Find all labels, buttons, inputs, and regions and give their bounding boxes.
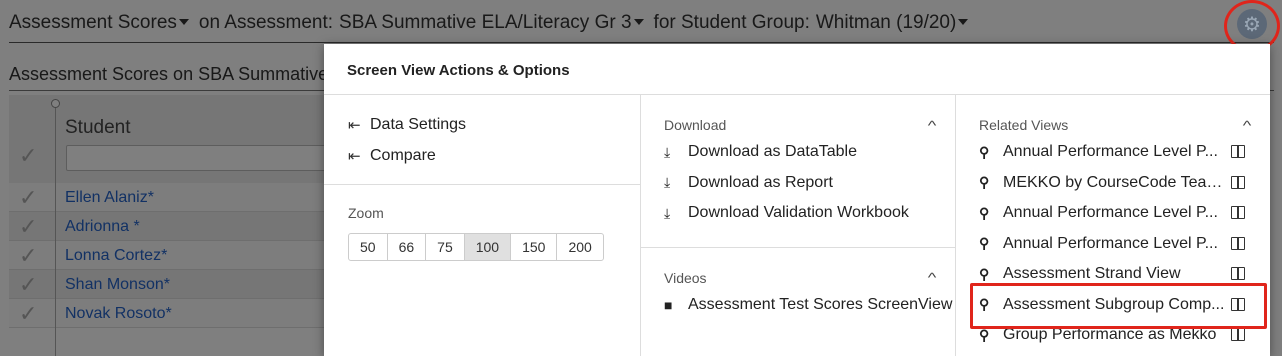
data-settings-link[interactable]: ⇤ Data Settings	[324, 109, 640, 140]
chevron-up-icon[interactable]: ^	[928, 118, 937, 133]
zoom-50-button[interactable]: 50	[348, 233, 388, 261]
related-view-highlight-box	[970, 283, 1267, 329]
download-icon: ⤓	[664, 204, 671, 221]
download-section-header[interactable]: Download ^	[641, 95, 955, 137]
videos-section-header[interactable]: Videos ^	[641, 248, 955, 290]
modal-title: Screen View Actions & Options	[324, 44, 1270, 95]
search-icon: ⚲	[979, 143, 990, 160]
search-icon: ⚲	[979, 204, 990, 221]
video-link[interactable]: ■ Assessment Test Scores ScreenView	[641, 290, 955, 321]
back-arrow-icon: ⇤	[348, 147, 361, 165]
panel-icon[interactable]	[1231, 236, 1245, 250]
zoom-75-button[interactable]: 75	[425, 233, 465, 261]
download-videos-column: Download ^ ⤓ Download as DataTable ⤓ Downlo…	[641, 95, 956, 356]
download-report-button[interactable]: ⤓ Download as Report	[641, 168, 955, 199]
zoom-150-button[interactable]: 150	[510, 233, 558, 261]
related-view-item[interactable]: ⚲ MEKKO by CourseCode Teac...	[956, 168, 1270, 199]
settings-column: ⇤ Data Settings ⇤ Compare Zoom 50 66 75 10…	[324, 95, 641, 356]
panel-icon[interactable]	[1231, 206, 1245, 219]
zoom-100-button[interactable]: 100	[463, 233, 512, 261]
chevron-up-icon[interactable]: ^	[928, 270, 937, 285]
related-view-item[interactable]: ⚲ Annual Performance Level P...	[956, 137, 1270, 168]
download-icon: ⤓	[664, 174, 671, 191]
download-validation-workbook-button[interactable]: ⤓ Download Validation Workbook	[641, 198, 955, 229]
video-camera-icon: ■	[664, 296, 673, 313]
search-icon: ⚲	[979, 235, 990, 252]
zoom-label: Zoom	[348, 205, 384, 221]
download-icon: ⤓	[664, 143, 671, 160]
zoom-66-button[interactable]: 66	[386, 233, 427, 261]
chevron-up-icon[interactable]: ^	[1243, 118, 1252, 133]
compare-link[interactable]: ⇤ Compare	[324, 140, 640, 171]
zoom-200-button[interactable]: 200	[556, 233, 604, 261]
related-view-item[interactable]: ⚲ Annual Performance Level P...	[956, 198, 1270, 229]
panel-icon[interactable]	[1231, 175, 1245, 189]
zoom-button-group: 50 66 75 100 150 200	[348, 233, 640, 261]
panel-icon[interactable]	[1231, 328, 1245, 341]
related-view-item[interactable]: ⚲ Annual Performance Level P...	[956, 229, 1270, 260]
search-icon: ⚲	[979, 265, 990, 282]
download-datatable-button[interactable]: ⤓ Download as DataTable	[641, 137, 955, 168]
back-arrow-icon: ⇤	[348, 116, 361, 134]
panel-icon[interactable]	[1231, 267, 1245, 280]
search-icon: ⚲	[979, 326, 990, 343]
related-views-header[interactable]: Related Views ^	[956, 95, 1270, 137]
panel-icon[interactable]	[1231, 145, 1245, 158]
search-icon: ⚲	[979, 174, 990, 191]
